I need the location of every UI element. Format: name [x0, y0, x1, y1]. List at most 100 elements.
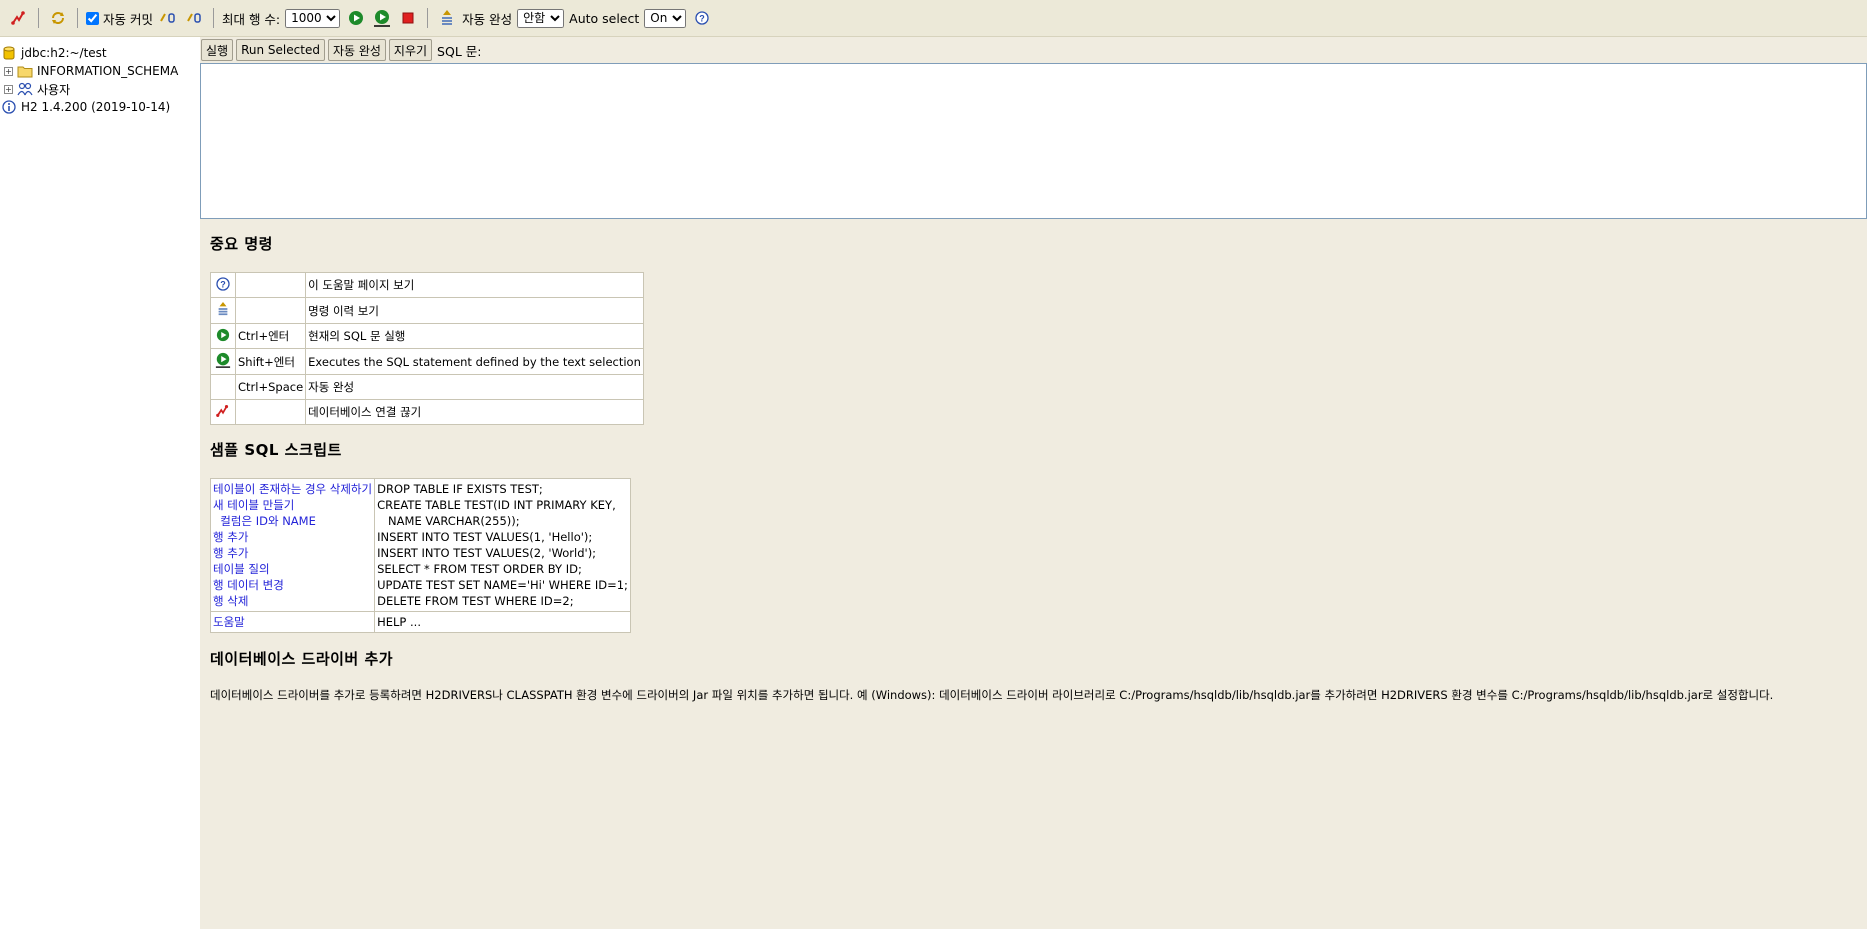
- run-selected-icon[interactable]: [372, 8, 392, 28]
- disconnect-icon[interactable]: [9, 8, 29, 28]
- sample-sql-line: INSERT INTO TEST VALUES(2, 'World');: [377, 546, 597, 560]
- rollback-icon[interactable]: [184, 8, 204, 28]
- sample-sql-line: DELETE FROM TEST WHERE ID=2;: [377, 594, 574, 608]
- command-key: [234, 399, 307, 425]
- sql-editor[interactable]: [200, 63, 1867, 219]
- expand-icon[interactable]: +: [4, 84, 13, 94]
- run-icon[interactable]: [216, 328, 230, 345]
- sample-link[interactable]: 행 추가: [213, 529, 372, 545]
- commit-icon[interactable]: [158, 8, 178, 28]
- table-row: ? 이 도움말 페이지 보기: [210, 272, 644, 298]
- command-key: Ctrl+엔터: [234, 323, 307, 349]
- run-icon[interactable]: [346, 8, 366, 28]
- autoselect-label: Auto select: [569, 10, 640, 26]
- command-icon-cell: [210, 399, 236, 425]
- sample-sql-line: CREATE TABLE TEST(ID INT PRIMARY KEY,: [377, 498, 616, 512]
- toolbar-separator: [212, 8, 214, 28]
- tree-item-information-schema[interactable]: + INFORMATION_SCHEMA: [0, 62, 200, 80]
- add-driver-text: 데이터베이스 드라이버를 추가로 등록하려면 H2DRIVERS나 CLASSP…: [210, 688, 1774, 702]
- command-icon-cell: [210, 374, 236, 400]
- sample-sql-cell: DROP TABLE IF EXISTS TEST; CREATE TABLE …: [374, 478, 631, 612]
- autoselect-select[interactable]: On: [644, 8, 687, 28]
- command-desc: Executes the SQL statement defined by th…: [305, 348, 644, 375]
- help-icon[interactable]: ?: [692, 8, 712, 28]
- svg-text:?: ?: [220, 279, 226, 289]
- command-key: Ctrl+Space: [234, 374, 307, 400]
- command-desc: 명령 이력 보기: [305, 297, 644, 324]
- command-icon-cell: ?: [210, 272, 236, 298]
- disconnect-icon[interactable]: [216, 404, 230, 421]
- expand-icon[interactable]: +: [4, 66, 13, 76]
- autocomplete-label: 자동 완성: [462, 11, 513, 27]
- help-sql-cell: HELP ...: [374, 611, 631, 633]
- version-label: H2 1.4.200 (2019-10-14): [21, 100, 171, 114]
- toolbar-separator: [427, 8, 429, 28]
- table-row: Ctrl+엔터 현재의 SQL 문 실행: [210, 323, 644, 349]
- command-key: [234, 272, 307, 298]
- table-row: 도움말 HELP ...: [209, 611, 631, 633]
- history-icon[interactable]: [437, 8, 457, 28]
- sample-sql-table: 테이블이 존재하는 경우 삭제하기 새 테이블 만들기 컬럼은 ID와 NAME…: [209, 478, 631, 633]
- important-commands-table: ? 이 도움말 페이지 보기 명령 이력 보기 Ctrl+엔터 현재의 SQL …: [210, 272, 644, 425]
- sample-sql-line: UPDATE TEST SET NAME='Hi' WHERE ID=1;: [377, 578, 628, 592]
- sample-link[interactable]: 새 테이블 만들기: [213, 497, 372, 513]
- stop-icon[interactable]: [398, 8, 418, 28]
- toolbar-separator: [77, 8, 78, 28]
- run-button[interactable]: 실행: [201, 39, 234, 61]
- tree-item-label: INFORMATION_SCHEMA: [37, 64, 179, 78]
- autocommit-label: 자동 커밋: [103, 11, 153, 27]
- tree-version: H2 1.4.200 (2019-10-14): [0, 98, 200, 116]
- table-row: Shift+엔터 Executes the SQL statement defi…: [210, 348, 644, 375]
- sample-link[interactable]: 행 삭제: [213, 593, 372, 609]
- command-icon-cell: [210, 323, 236, 349]
- main-panel: 실행 Run Selected 자동 완성 지우기 SQL 문: 중요 명령 ?…: [200, 37, 1867, 929]
- folder-icon: [16, 65, 34, 78]
- tree-connection-label: jdbc:h2:~/test: [21, 46, 107, 60]
- sample-sql-line: NAME VARCHAR(255));: [377, 514, 520, 528]
- autocomplete-button[interactable]: 자동 완성: [327, 39, 386, 61]
- sample-link[interactable]: 컬럼은 ID와 NAME: [213, 513, 372, 529]
- table-row: 명령 이력 보기: [210, 297, 644, 324]
- command-key: Shift+엔터: [234, 348, 307, 375]
- command-desc: 데이터베이스 연결 끊기: [305, 399, 644, 425]
- sample-labels-cell: 테이블이 존재하는 경우 삭제하기 새 테이블 만들기 컬럼은 ID와 NAME…: [209, 478, 376, 612]
- run-selected-button[interactable]: Run Selected: [236, 39, 325, 61]
- history-icon[interactable]: [216, 302, 230, 320]
- sample-sql-line: DROP TABLE IF EXISTS TEST;: [377, 482, 543, 496]
- sample-sql-title: 샘플 SQL 스크립트: [210, 441, 342, 459]
- autocomplete-select[interactable]: 안함: [517, 8, 565, 28]
- sql-label: SQL 문:: [437, 43, 482, 59]
- sample-link[interactable]: 테이블 질의: [213, 561, 372, 577]
- tree-item-label: 사용자: [37, 82, 71, 97]
- table-row: 테이블이 존재하는 경우 삭제하기 새 테이블 만들기 컬럼은 ID와 NAME…: [209, 478, 631, 612]
- toolbar: 자동 커밋 최대 행 수: 1000 자동 완성 안함 Auto select …: [0, 0, 1867, 37]
- toolbar-separator: [38, 8, 39, 28]
- database-icon: [0, 46, 18, 60]
- autocommit-checkbox[interactable]: [86, 11, 99, 25]
- table-row: 데이터베이스 연결 끊기: [210, 399, 644, 425]
- sample-link[interactable]: 테이블이 존재하는 경우 삭제하기: [213, 481, 372, 497]
- sample-sql-line: INSERT INTO TEST VALUES(1, 'Hello');: [377, 530, 593, 544]
- max-rows-select[interactable]: 1000: [285, 8, 341, 28]
- help-link-cell: 도움말: [209, 611, 376, 633]
- help-sql-line: HELP ...: [377, 615, 421, 629]
- run-selected-icon[interactable]: [215, 352, 231, 371]
- tree-connection[interactable]: jdbc:h2:~/test: [0, 44, 200, 62]
- info-icon: [0, 100, 18, 114]
- refresh-icon[interactable]: [48, 8, 68, 28]
- svg-text:?: ?: [700, 14, 706, 24]
- help-link[interactable]: 도움말: [213, 614, 372, 630]
- table-row: Ctrl+Space 자동 완성: [210, 374, 644, 400]
- command-key: [234, 297, 307, 324]
- sample-sql-line: SELECT * FROM TEST ORDER BY ID;: [377, 562, 582, 576]
- sample-link[interactable]: 행 데이터 변경: [213, 577, 372, 593]
- sample-link[interactable]: 행 추가: [213, 545, 372, 561]
- clear-button[interactable]: 지우기: [388, 39, 433, 61]
- command-desc: 자동 완성: [305, 374, 644, 400]
- tree-item-users[interactable]: + 사용자: [0, 80, 200, 98]
- help-icon[interactable]: ?: [216, 276, 230, 294]
- add-driver-title: 데이터베이스 드라이버 추가: [210, 650, 394, 668]
- schema-tree: jdbc:h2:~/test + INFORMATION_SCHEMA + 사용…: [0, 37, 200, 929]
- help-panel: 중요 명령 ? 이 도움말 페이지 보기 명령 이력 보기 Ctrl+엔터 현재…: [209, 233, 1860, 703]
- users-icon: [16, 82, 34, 96]
